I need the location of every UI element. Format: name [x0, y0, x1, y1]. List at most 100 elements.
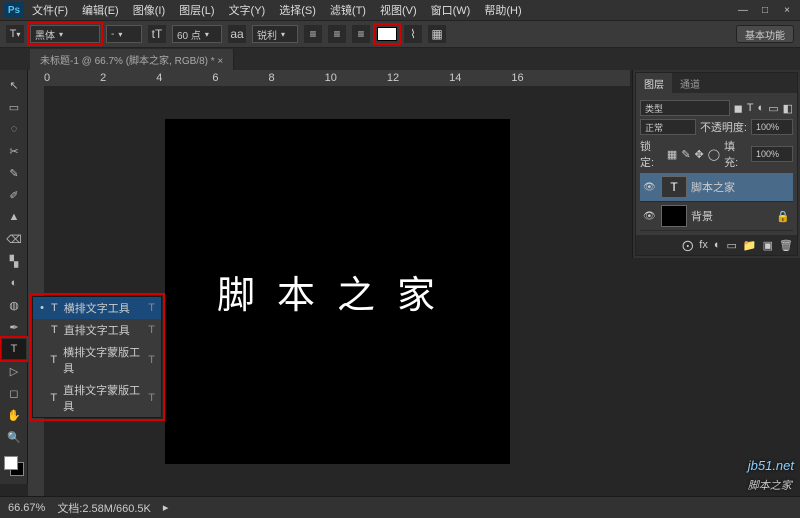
antialias-dropdown[interactable]: 锐利	[252, 25, 298, 43]
workspace-switcher[interactable]: 基本功能	[736, 25, 794, 43]
align-left-button[interactable]: ≡	[304, 25, 322, 43]
menu-layer[interactable]: 图层(L)	[173, 0, 220, 20]
fx-icon[interactable]: fx	[699, 239, 708, 251]
char-panel-button[interactable]: ▦	[428, 25, 446, 43]
hand-tool[interactable]: ✋	[2, 405, 26, 425]
filter-smart-icon[interactable]: ◧	[783, 102, 793, 115]
status-arrow-icon[interactable]: ▸	[163, 501, 169, 514]
canvas-area[interactable]: 脚本之家	[44, 86, 630, 496]
vertical-ruler	[28, 86, 44, 496]
canvas[interactable]: 脚本之家	[165, 119, 510, 464]
menu-window[interactable]: 窗口(W)	[425, 0, 477, 20]
pen-tool[interactable]: ✒	[2, 317, 26, 337]
lock-all-icon[interactable]: ▦	[667, 148, 677, 161]
filter-shape-icon[interactable]: ▭	[768, 102, 778, 115]
opacity-label: 不透明度:	[700, 119, 747, 135]
menu-image[interactable]: 图像(I)	[127, 0, 171, 20]
layer-thumb-type-icon: T	[661, 176, 687, 198]
window-controls: — □ ×	[734, 3, 796, 17]
menu-bar: Ps 文件(F) 编辑(E) 图像(I) 图层(L) 文字(Y) 选择(S) 滤…	[0, 0, 800, 20]
visibility-toggle[interactable]: 👁	[643, 182, 657, 193]
visibility-toggle[interactable]: 👁	[643, 211, 657, 222]
status-bar: 66.67% 文档:2.58M/660.5K ▸	[0, 496, 800, 518]
layer-name[interactable]: 脚本之家	[691, 179, 735, 195]
zoom-tool[interactable]: 🔍	[2, 427, 26, 447]
filter-adjust-icon[interactable]: ◐	[758, 102, 765, 114]
layer-thumb-bg	[661, 205, 687, 227]
layers-panel-footer: ⨀ fx ◐ ▭ 📁 ▣ 🗑	[636, 235, 797, 255]
type-tool-flyout: •T 横排文字工具T T 直排文字工具T T 横排文字蒙版工具T T 直排文字蒙…	[32, 296, 162, 418]
eraser-tool[interactable]: ⌫	[2, 229, 26, 249]
doc-size[interactable]: 文档:2.58M/660.5K	[57, 500, 151, 516]
layer-name[interactable]: 背景	[691, 208, 713, 224]
type-tool[interactable]: T	[2, 339, 26, 359]
new-layer-icon[interactable]: ▣	[763, 239, 773, 252]
channels-tab[interactable]: 通道	[672, 73, 708, 94]
group-icon[interactable]: 📁	[743, 239, 757, 252]
menu-select[interactable]: 选择(S)	[273, 0, 322, 20]
align-center-button[interactable]: ≡	[328, 25, 346, 43]
menu-file[interactable]: 文件(F)	[26, 0, 74, 20]
shape-tool[interactable]: ◻	[2, 383, 26, 403]
layer-row-text[interactable]: 👁 T 脚本之家	[640, 173, 793, 202]
document-tabbar: 未标题-1 @ 66.7% (脚本之家, RGB/8) * ×	[0, 48, 800, 70]
options-bar: T▾ 黑体 - tT 60 点 aa 锐利 ≡ ≡ ≡ ⌇ ▦ 基本功能	[0, 20, 800, 48]
warp-text-button[interactable]: ⌇	[404, 25, 422, 43]
maximize-button[interactable]: □	[756, 3, 774, 17]
move-tool[interactable]: ↖	[2, 75, 26, 95]
menu-edit[interactable]: 编辑(E)	[76, 0, 125, 20]
brush-tool[interactable]: ✐	[2, 185, 26, 205]
layer-kind-filter[interactable]: 类型	[640, 100, 730, 116]
lock-transparency-icon[interactable]: ◯	[708, 148, 720, 161]
antialias-icon: aa	[228, 25, 246, 43]
horizontal-type-tool-item[interactable]: •T 横排文字工具T	[33, 297, 161, 319]
minimize-button[interactable]: —	[734, 3, 752, 17]
stamp-tool[interactable]: ▲	[2, 207, 26, 227]
dodge-tool[interactable]: ◍	[2, 295, 26, 315]
app-logo: Ps	[4, 2, 24, 18]
menu-filter[interactable]: 滤镜(T)	[324, 0, 372, 20]
layers-tab[interactable]: 图层	[636, 73, 672, 94]
zoom-level[interactable]: 66.67%	[8, 502, 45, 514]
lock-label: 锁定:	[640, 138, 663, 170]
blend-mode-dropdown[interactable]: 正常	[640, 119, 696, 135]
font-size-dropdown[interactable]: 60 点	[172, 25, 222, 43]
lock-pixels-icon[interactable]: ✎	[681, 148, 690, 161]
align-right-button[interactable]: ≡	[352, 25, 370, 43]
foreground-color[interactable]	[4, 456, 18, 470]
vertical-type-tool-item[interactable]: T 直排文字工具T	[33, 319, 161, 341]
menu-type[interactable]: 文字(Y)	[223, 0, 272, 20]
crop-tool[interactable]: ✂	[2, 141, 26, 161]
lock-icon: 🔒	[776, 210, 790, 223]
lock-position-icon[interactable]: ✥	[695, 148, 704, 161]
filter-type-icon[interactable]: T	[747, 102, 754, 114]
document-tab[interactable]: 未标题-1 @ 66.7% (脚本之家, RGB/8) * ×	[30, 49, 234, 70]
mask-icon[interactable]: ◐	[714, 239, 721, 251]
menu-help[interactable]: 帮助(H)	[478, 0, 527, 20]
color-swatches[interactable]	[0, 454, 27, 484]
horizontal-type-mask-tool-item[interactable]: T 横排文字蒙版工具T	[33, 341, 161, 379]
font-style-dropdown[interactable]: -	[106, 25, 142, 43]
opacity-input[interactable]: 100%	[751, 119, 793, 135]
layers-panel: 图层 通道 类型 ◼ T ◐ ▭ ◧ 正常 不透明度: 100% 锁定: ▦ ✎…	[635, 72, 798, 256]
lasso-tool[interactable]: ◌	[2, 119, 26, 139]
link-layers-icon[interactable]: ⨀	[682, 239, 693, 252]
close-button[interactable]: ×	[778, 3, 796, 17]
delete-layer-icon[interactable]: 🗑	[779, 239, 793, 252]
font-family-dropdown[interactable]: 黑体	[30, 25, 100, 43]
filter-pixel-icon[interactable]: ◼	[734, 102, 743, 115]
fill-input[interactable]: 100%	[751, 146, 793, 162]
gradient-tool[interactable]: ▚	[2, 251, 26, 271]
font-size-icon: tT	[148, 25, 166, 43]
marquee-tool[interactable]: ▭	[2, 97, 26, 117]
tool-preset-icon[interactable]: T▾	[6, 25, 24, 43]
adjustment-icon[interactable]: ▭	[727, 239, 737, 252]
eyedropper-tool[interactable]: ✎	[2, 163, 26, 183]
path-tool[interactable]: ▷	[2, 361, 26, 381]
blur-tool[interactable]: ◐	[2, 273, 26, 293]
text-color-swatch[interactable]	[377, 27, 397, 41]
vertical-type-mask-tool-item[interactable]: T 直排文字蒙版工具T	[33, 379, 161, 417]
menu-view[interactable]: 视图(V)	[374, 0, 423, 20]
layer-row-background[interactable]: 👁 背景 🔒	[640, 202, 793, 231]
canvas-text[interactable]: 脚本之家	[217, 264, 457, 319]
